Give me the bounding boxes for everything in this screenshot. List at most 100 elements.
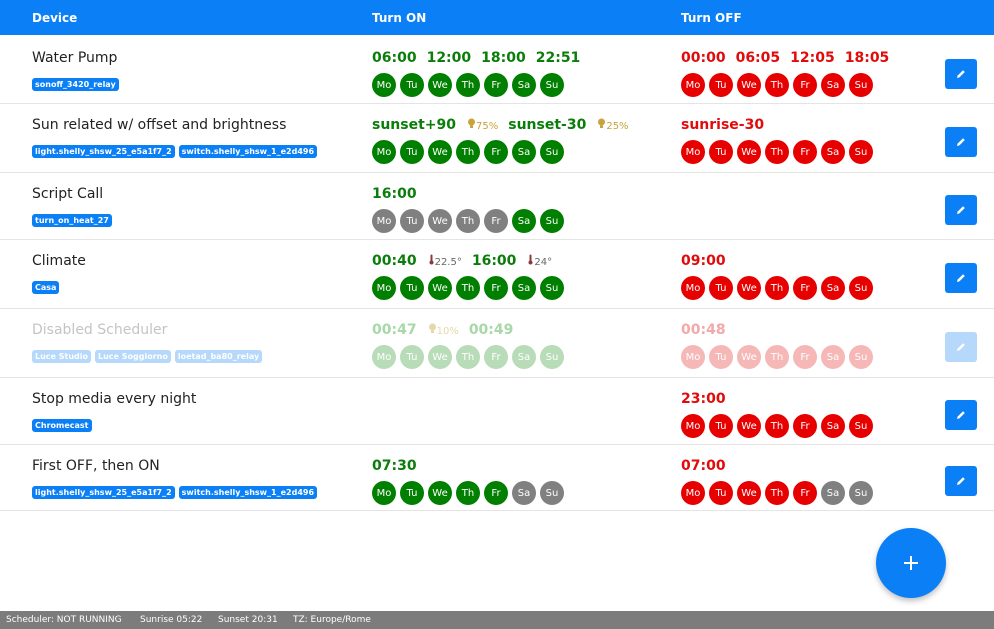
day-th: Th: [456, 209, 480, 233]
entity-tag: sonoff_3420_relay: [32, 78, 119, 91]
day-fr: Fr: [484, 209, 508, 233]
entity-tag: Casa: [32, 281, 60, 294]
day-sa: Sa: [512, 209, 536, 233]
day-mo: Mo: [372, 140, 396, 164]
entity-tags: light.shelly_shsw_25_e5a1f7_2 switch.shel…: [32, 486, 318, 499]
day-we: We: [737, 414, 761, 438]
pencil-icon: [955, 68, 967, 80]
day-sa: Sa: [512, 276, 536, 300]
day-sa: Sa: [821, 414, 845, 438]
turn-off-days: Mo Tu We Th Fr Sa Su: [681, 276, 873, 300]
day-we: We: [428, 73, 452, 97]
day-fr: Fr: [793, 73, 817, 97]
entity-tag: turn_on_heat_27: [32, 214, 112, 227]
brightness-setting: 10%: [428, 323, 459, 337]
edit-button[interactable]: [945, 127, 977, 157]
day-fr: Fr: [484, 481, 508, 505]
day-we: We: [737, 345, 761, 369]
entity-tags: Casa: [32, 281, 60, 294]
bulb-icon: [467, 118, 476, 132]
brightness-setting: 75%: [467, 118, 498, 132]
device-name: First OFF, then ON: [32, 458, 160, 474]
device-name: Stop media every night: [32, 391, 197, 407]
day-mo: Mo: [372, 73, 396, 97]
day-tu: Tu: [400, 140, 424, 164]
edit-button[interactable]: [945, 466, 977, 496]
day-su: Su: [540, 140, 564, 164]
entity-tag: switch.shelly_shsw_1_e2d496: [178, 145, 318, 158]
header-turn-off: Turn OFF: [681, 11, 742, 25]
entity-tags: Luce Studio Luce Soggiorno loetad_ba80_rel…: [32, 350, 263, 363]
turn-off-days: Mo Tu We Th Fr Sa Su: [681, 345, 873, 369]
timezone: TZ: Europe/Rome: [293, 615, 371, 625]
pencil-icon: [955, 341, 967, 353]
day-fr: Fr: [484, 276, 508, 300]
edit-button[interactable]: [945, 195, 977, 225]
turn-off-times: sunrise-30: [681, 117, 774, 133]
day-we: We: [428, 209, 452, 233]
day-tu: Tu: [709, 345, 733, 369]
day-fr: Fr: [793, 481, 817, 505]
turn-off-days: Mo Tu We Th Fr Sa Su: [681, 140, 873, 164]
day-mo: Mo: [681, 73, 705, 97]
day-mo: Mo: [681, 140, 705, 164]
day-th: Th: [765, 345, 789, 369]
schedule-row: Sun related w/ offset and brightness ligh…: [0, 104, 994, 173]
schedule-time: 16:00: [372, 186, 417, 202]
day-sa: Sa: [821, 345, 845, 369]
day-mo: Mo: [372, 345, 396, 369]
turn-off-days: Mo Tu We Th Fr Sa Su: [681, 481, 873, 505]
turn-off-days: Mo Tu We Th Fr Sa Su: [681, 73, 873, 97]
day-tu: Tu: [400, 481, 424, 505]
day-mo: Mo: [681, 276, 705, 300]
day-su: Su: [849, 140, 873, 164]
day-we: We: [737, 481, 761, 505]
day-mo: Mo: [681, 481, 705, 505]
day-sa: Sa: [512, 481, 536, 505]
day-fr: Fr: [484, 73, 508, 97]
edit-button[interactable]: [945, 332, 977, 362]
schedule-time: sunset+90: [372, 117, 456, 133]
day-su: Su: [540, 345, 564, 369]
day-th: Th: [765, 414, 789, 438]
day-th: Th: [765, 140, 789, 164]
add-schedule-button[interactable]: [876, 528, 946, 598]
edit-button[interactable]: [945, 400, 977, 430]
edit-button[interactable]: [945, 59, 977, 89]
entity-tags: light.shelly_shsw_25_e5a1f7_2 switch.shel…: [32, 145, 318, 158]
temperature-setting: 22.5°: [428, 254, 462, 268]
day-th: Th: [765, 481, 789, 505]
day-sa: Sa: [821, 276, 845, 300]
day-tu: Tu: [709, 140, 733, 164]
day-th: Th: [456, 345, 480, 369]
day-su: Su: [849, 414, 873, 438]
entity-tags: sonoff_3420_relay: [32, 78, 119, 91]
entity-tag: loetad_ba80_relay: [174, 350, 263, 363]
setting-value: 75%: [476, 121, 499, 132]
day-we: We: [428, 276, 452, 300]
edit-button[interactable]: [945, 263, 977, 293]
day-fr: Fr: [793, 414, 817, 438]
schedule-time: 00:48: [681, 322, 726, 338]
schedule-time: sunrise-30: [681, 117, 765, 133]
schedule-time: 00:40: [372, 253, 417, 269]
turn-on-times: 16:00: [372, 186, 427, 202]
entity-tag: Luce Studio: [32, 350, 91, 363]
scheduler-page: Device Turn ON Turn OFF Water Pump sonoff…: [0, 0, 994, 629]
setting-value: 22.5°: [434, 257, 462, 268]
device-name: Water Pump: [32, 50, 118, 66]
turn-off-times: 00:48: [681, 322, 736, 338]
turn-on-times: 00:47 10% 00:49: [372, 322, 523, 338]
setting-value: 25%: [606, 121, 629, 132]
day-su: Su: [540, 73, 564, 97]
schedule-time: 00:47: [372, 322, 417, 338]
schedule-row: Script Call turn_on_heat_27 16:00 Mo Tu We Th F…: [0, 173, 994, 240]
day-mo: Mo: [681, 414, 705, 438]
device-name: Script Call: [32, 186, 104, 202]
turn-off-times: 00:00 06:05 12:05 18:05: [681, 50, 899, 66]
schedule-time: 12:00: [426, 50, 472, 66]
day-fr: Fr: [484, 140, 508, 164]
setting-value: 24°: [534, 257, 553, 268]
entity-tag: light.shelly_shsw_25_e5a1f7_2: [32, 486, 175, 499]
day-tu: Tu: [709, 73, 733, 97]
